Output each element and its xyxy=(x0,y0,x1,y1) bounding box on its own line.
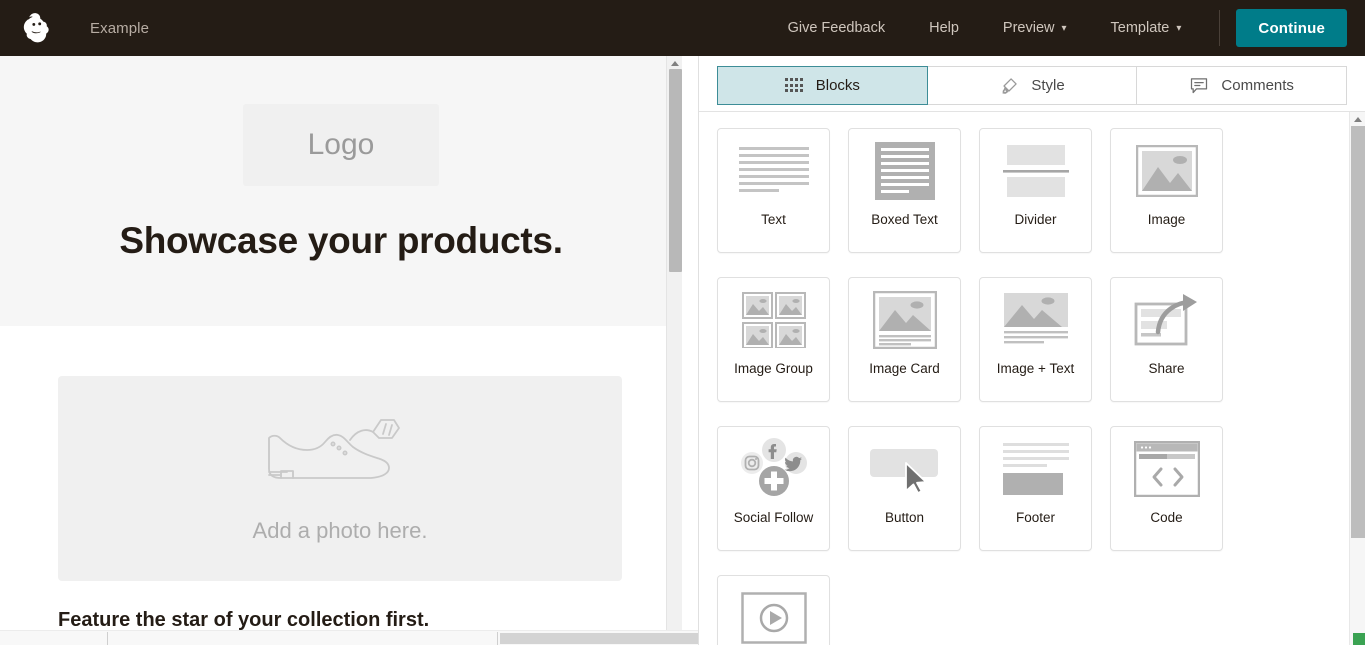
footer-icon xyxy=(980,427,1091,511)
block-label-social-follow: Social Follow xyxy=(734,511,814,527)
block-card-share[interactable]: Share xyxy=(1110,277,1223,402)
photo-placeholder-block[interactable]: Add a photo here. xyxy=(58,376,622,581)
block-label-image-card: Image Card xyxy=(869,362,940,378)
block-card-button[interactable]: Button xyxy=(848,426,961,551)
top-header-bar: Example Give Feedback Help Preview ▾ Tem… xyxy=(0,0,1365,56)
chevron-down-icon: ▾ xyxy=(1176,24,1181,34)
image-icon xyxy=(1111,129,1222,213)
paint-roller-icon xyxy=(999,76,1019,96)
block-card-video[interactable]: Video xyxy=(717,575,830,645)
mailchimp-email-designer: Example Give Feedback Help Preview ▾ Tem… xyxy=(0,0,1365,645)
continue-button[interactable]: Continue xyxy=(1236,9,1347,47)
nav-template-dropdown[interactable]: Template ▾ xyxy=(1089,0,1204,56)
block-label-image-text: Image + Text xyxy=(997,362,1074,378)
chevron-down-icon: ▾ xyxy=(1062,24,1067,34)
image-group-icon xyxy=(718,278,829,362)
blocks-grid: Text xyxy=(717,128,1349,645)
dress-shoe-with-price-tag-icon xyxy=(253,414,428,504)
video-play-icon xyxy=(718,576,829,645)
block-card-image-text[interactable]: Image + Text xyxy=(979,277,1092,402)
block-label-image-group: Image Group xyxy=(734,362,813,378)
content-blocks-panel: Blocks Style xyxy=(699,56,1365,645)
nav-help-label: Help xyxy=(929,20,959,36)
nav-preview-dropdown[interactable]: Preview ▾ xyxy=(981,0,1089,56)
block-card-boxed-text[interactable]: Boxed Text xyxy=(848,128,961,253)
block-card-code[interactable]: Code xyxy=(1110,426,1223,551)
block-label-share: Share xyxy=(1148,362,1184,378)
block-card-image-group[interactable]: Image Group xyxy=(717,277,830,402)
block-label-image: Image xyxy=(1148,213,1186,229)
block-label-text: Text xyxy=(761,213,786,229)
email-canvas-panel: Logo Showcase your products. xyxy=(0,56,698,645)
body-headline-text[interactable]: Feature the star of your collection firs… xyxy=(58,609,624,630)
block-label-divider: Divider xyxy=(1014,213,1056,229)
logo-placeholder-block[interactable]: Logo xyxy=(243,104,439,186)
block-card-image-card[interactable]: Image Card xyxy=(848,277,961,402)
panel-scroll-up-arrow-icon[interactable] xyxy=(1350,113,1365,126)
block-card-divider[interactable]: Divider xyxy=(979,128,1092,253)
tab-style[interactable]: Style xyxy=(928,66,1138,105)
hero-headline-text[interactable]: Showcase your products. xyxy=(0,220,682,262)
email-header-section[interactable]: Logo Showcase your products. xyxy=(0,56,682,326)
divider-icon xyxy=(980,129,1091,213)
panel-scrollbar-thumb[interactable] xyxy=(1351,126,1365,538)
nav-give-feedback[interactable]: Give Feedback xyxy=(766,0,908,56)
nav-help[interactable]: Help xyxy=(907,0,981,56)
image-card-icon xyxy=(849,278,960,362)
social-follow-icon xyxy=(718,427,829,511)
tab-style-label: Style xyxy=(1031,77,1064,94)
block-label-code: Code xyxy=(1150,511,1182,527)
comment-bubble-icon xyxy=(1189,76,1209,95)
tab-blocks-label: Blocks xyxy=(816,77,860,94)
nav-preview-label: Preview xyxy=(1003,20,1055,36)
campaign-name-label: Example xyxy=(90,20,149,37)
block-card-social-follow[interactable]: Social Follow xyxy=(717,426,830,551)
panel-vertical-scrollbar[interactable] xyxy=(1349,112,1365,645)
boxed-text-icon xyxy=(849,129,960,213)
block-label-button: Button xyxy=(885,511,924,527)
blocks-scroll-area[interactable]: Text xyxy=(699,112,1349,645)
panel-tab-bar: Blocks Style xyxy=(699,56,1365,112)
email-body-section: Add a photo here. Feature the star of yo… xyxy=(0,326,682,630)
nav-give-feedback-label: Give Feedback xyxy=(788,20,886,36)
text-lines-icon xyxy=(718,129,829,213)
tab-comments-label: Comments xyxy=(1221,77,1294,94)
canvas-horizontal-scrollbar[interactable] xyxy=(0,630,698,645)
canvas-scrollbar-thumb[interactable] xyxy=(669,69,682,272)
mailchimp-freddie-logo-icon[interactable] xyxy=(18,8,58,48)
button-cursor-icon xyxy=(849,427,960,511)
block-label-footer: Footer xyxy=(1016,511,1055,527)
canvas-horizontal-scrollbar-thumb[interactable] xyxy=(500,633,698,644)
canvas-vertical-scrollbar[interactable] xyxy=(666,56,682,630)
tab-blocks[interactable]: Blocks xyxy=(717,66,928,105)
block-card-image[interactable]: Image xyxy=(1110,128,1223,253)
photo-placeholder-label: Add a photo here. xyxy=(253,518,428,544)
share-arrow-icon xyxy=(1111,278,1222,362)
logo-placeholder-label: Logo xyxy=(308,128,375,162)
block-label-boxed-text: Boxed Text xyxy=(871,213,938,229)
code-brackets-icon xyxy=(1111,427,1222,511)
resize-corner-indicator xyxy=(1353,633,1365,645)
header-nav: Give Feedback Help Preview ▾ Template ▾ … xyxy=(766,0,1365,56)
main-body: Logo Showcase your products. xyxy=(0,56,1365,645)
grid-dots-icon xyxy=(785,78,804,93)
email-canvas-scroll-area[interactable]: Logo Showcase your products. xyxy=(0,56,682,630)
tab-comments[interactable]: Comments xyxy=(1137,66,1347,105)
nav-template-label: Template xyxy=(1111,20,1170,36)
block-card-text[interactable]: Text xyxy=(717,128,830,253)
image-plus-text-icon xyxy=(980,278,1091,362)
header-divider xyxy=(1219,10,1220,46)
block-card-footer[interactable]: Footer xyxy=(979,426,1092,551)
